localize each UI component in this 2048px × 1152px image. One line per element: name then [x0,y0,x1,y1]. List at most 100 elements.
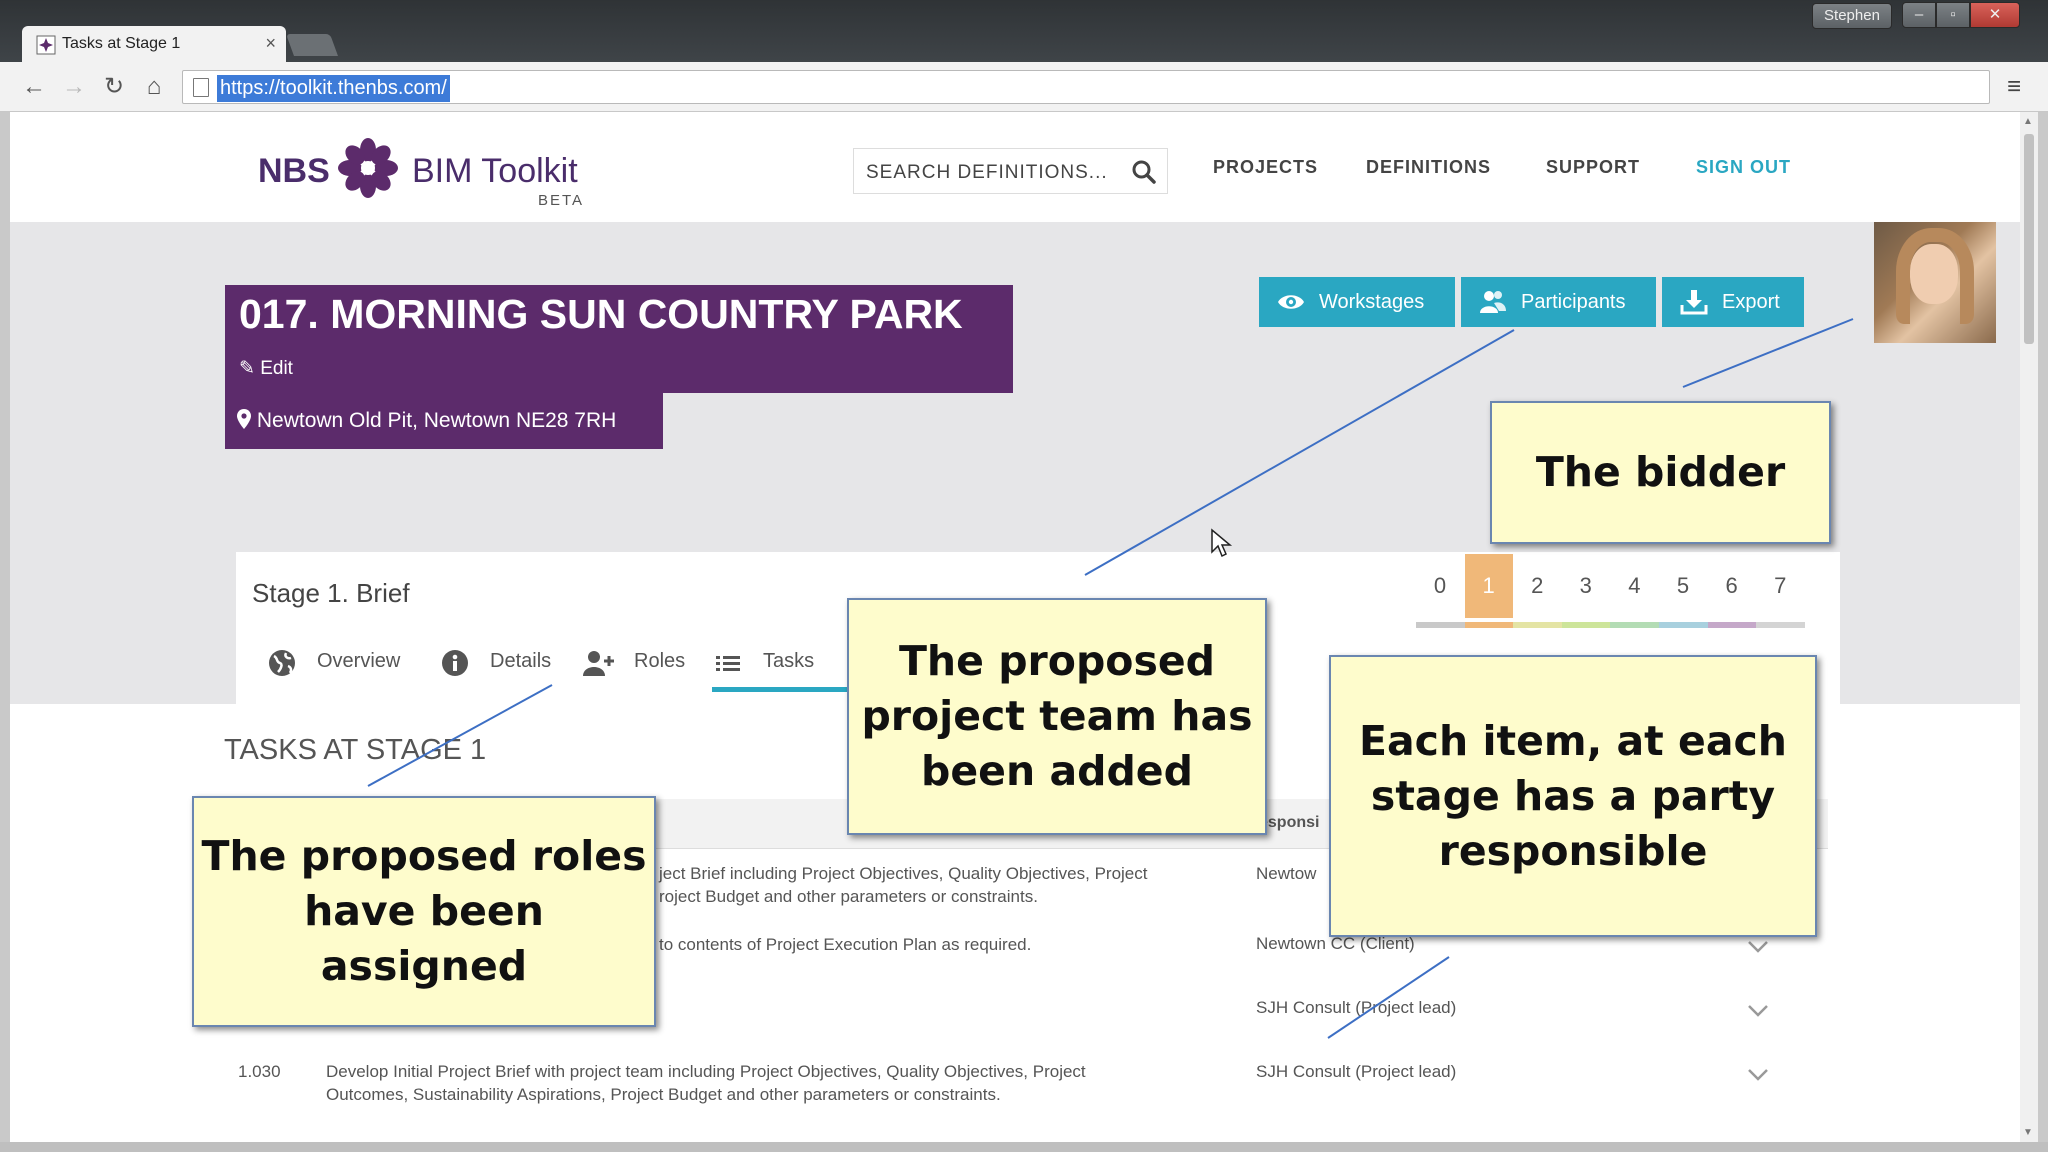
nbs-flower-logo-icon [338,138,398,198]
nav-sign-out[interactable]: SIGN OUT [1696,157,1791,178]
tab-close-icon[interactable]: × [265,33,276,54]
chevron-down-icon[interactable] [1747,940,1769,954]
task-text-line: roject Budget and other parameters or co… [659,887,1038,906]
responsible-column-header: esponsi [1259,814,1320,831]
callout-party-responsible: Each item, at each stage has a party res… [1329,655,1817,937]
page-scrollbar[interactable]: ▲ ▼ [2020,112,2038,1142]
tab-tasks-label: Tasks [763,650,815,672]
task-responsible: SJH Consult (Project lead) [1256,998,1457,1017]
stage-number-1[interactable]: 1 [1464,554,1513,618]
tasks-heading: TASKS AT STAGE 1 [224,734,487,766]
search-icon[interactable] [1131,159,1157,185]
stage-color-bar [1610,622,1660,628]
page-icon [193,78,209,97]
stage-number-3[interactable]: 3 [1562,554,1610,618]
browser-toolbar: ← → ↻ ⌂ https://toolkit.thenbs.com/ ≡ [0,62,2048,112]
task-text-line: ject Brief including Project Objectives,… [659,864,1148,883]
reload-icon[interactable]: ↻ [100,74,128,100]
scroll-up-icon[interactable]: ▲ [2023,116,2033,127]
user-avatar-photo [1874,222,1996,343]
task-description: ject Brief including Project Objectives,… [659,862,1219,908]
tab-details-label: Details [490,650,552,672]
profile-user-badge[interactable]: Stephen [1812,3,1892,29]
edit-label: Edit [260,358,293,379]
tab-tasks[interactable]: Tasks [712,636,850,692]
workstages-button[interactable]: Workstages [1259,277,1455,327]
logo-product-text: BIM Toolkit [412,152,578,190]
search-placeholder: SEARCH DEFINITIONS... [866,162,1108,183]
chevron-down-icon[interactable] [1747,1068,1769,1082]
page-viewport: NBS BIM Toolkit BETA SEARCH DEFINITIONS.… [10,112,2020,1142]
nav-definitions[interactable]: DEFINITIONS [1366,157,1491,178]
address-bar[interactable]: https://toolkit.thenbs.com/ [182,70,1990,104]
export-label: Export [1722,291,1780,313]
list-icon [716,656,740,671]
task-text-line: Develop Initial Project Brief with proje… [326,1062,1086,1081]
browser-tab-active[interactable]: Tasks at Stage 1 × [22,26,286,62]
globe-icon [269,650,295,676]
stage-color-bar [1756,622,1806,628]
edit-project-link[interactable]: ✎ Edit [239,357,293,380]
tab-overview-label: Overview [317,650,401,672]
new-tab-button[interactable] [285,34,339,56]
chevron-down-icon[interactable] [1747,1004,1769,1018]
back-arrow-icon[interactable]: ← [20,74,48,100]
workstages-label: Workstages [1319,291,1425,313]
task-responsible: SJH Consult (Project lead) [1256,1062,1457,1081]
window-bottom-edge [0,1142,2048,1152]
task-text-line: Outcomes, Sustainability Aspirations, Pr… [326,1085,1001,1104]
task-description: to contents of Project Execution Plan as… [659,933,1219,956]
stage-color-bar [1707,622,1757,628]
project-address-panel: Newtown Old Pit, Newtown NE28 7RH [225,393,663,449]
mouse-cursor-icon [1211,528,1233,558]
nbs-bim-toolkit-logo[interactable]: NBS BIM Toolkit BETA [258,128,598,209]
participants-label: Participants [1521,291,1626,313]
callout-bidder: The bidder [1490,401,1831,544]
download-icon [1680,290,1708,315]
eye-icon [1278,295,1304,309]
url-text[interactable]: https://toolkit.thenbs.com/ [217,75,450,102]
browser-menu-icon[interactable]: ≡ [2000,74,2028,100]
window-maximize-button[interactable]: ▫ [1936,2,1970,28]
address-text: Newtown Old Pit, Newtown NE28 7RH [256,409,617,432]
window-close-button[interactable]: ✕ [1970,2,2020,28]
participants-button[interactable]: Participants [1461,277,1656,327]
project-address: Newtown Old Pit, Newtown NE28 7RH [237,409,616,433]
stage-title: Stage 1. Brief [252,578,410,608]
forward-arrow-icon[interactable]: → [60,74,88,100]
users-icon [1480,291,1506,313]
stage-color-bar [1513,622,1563,628]
stage-number-0[interactable]: 0 [1416,554,1464,618]
stage-number-5[interactable]: 5 [1659,554,1707,618]
stage-color-bar [1659,622,1708,628]
project-title-panel: 017. MORNING SUN COUNTRY PARK ✎ Edit [225,285,1013,393]
scroll-down-icon[interactable]: ▼ [2023,1127,2033,1138]
stage-color-bar [1416,622,1465,628]
info-icon [442,650,468,676]
add-user-icon [583,651,614,676]
nbs-favicon-icon [36,35,56,55]
nav-projects[interactable]: PROJECTS [1213,157,1318,178]
callout-project-team: The proposed project team has been added [847,598,1267,835]
export-button[interactable]: Export [1662,277,1804,327]
nav-support[interactable]: SUPPORT [1546,157,1640,178]
stage-number-4[interactable]: 4 [1610,554,1658,618]
task-responsible: Newtown CC (Client) [1256,934,1415,953]
home-icon[interactable]: ⌂ [140,74,168,100]
map-pin-icon [237,409,251,429]
scrollbar-thumb[interactable] [2024,134,2034,344]
project-title: 017. MORNING SUN COUNTRY PARK [239,291,963,337]
task-description: Develop Initial Project Brief with proje… [326,1060,1226,1106]
logo-beta-label: BETA [538,192,585,209]
task-text-line: to contents of Project Execution Plan as… [659,935,1032,954]
browser-titlebar: Tasks at Stage 1 × Stephen – ▫ ✕ [0,0,2048,62]
stage-number-7[interactable]: 7 [1756,554,1804,618]
stage-number-6[interactable]: 6 [1708,554,1756,618]
search-definitions-input[interactable]: SEARCH DEFINITIONS... [853,148,1168,194]
callout-roles-assigned: The proposed roles have been assigned [192,796,656,1027]
stage-number-2[interactable]: 2 [1513,554,1561,618]
window-minimize-button[interactable]: – [1902,2,1936,28]
tab-title: Tasks at Stage 1 [62,35,181,52]
task-responsible: Newtow [1256,864,1317,883]
task-number: 1.030 [238,1062,281,1081]
